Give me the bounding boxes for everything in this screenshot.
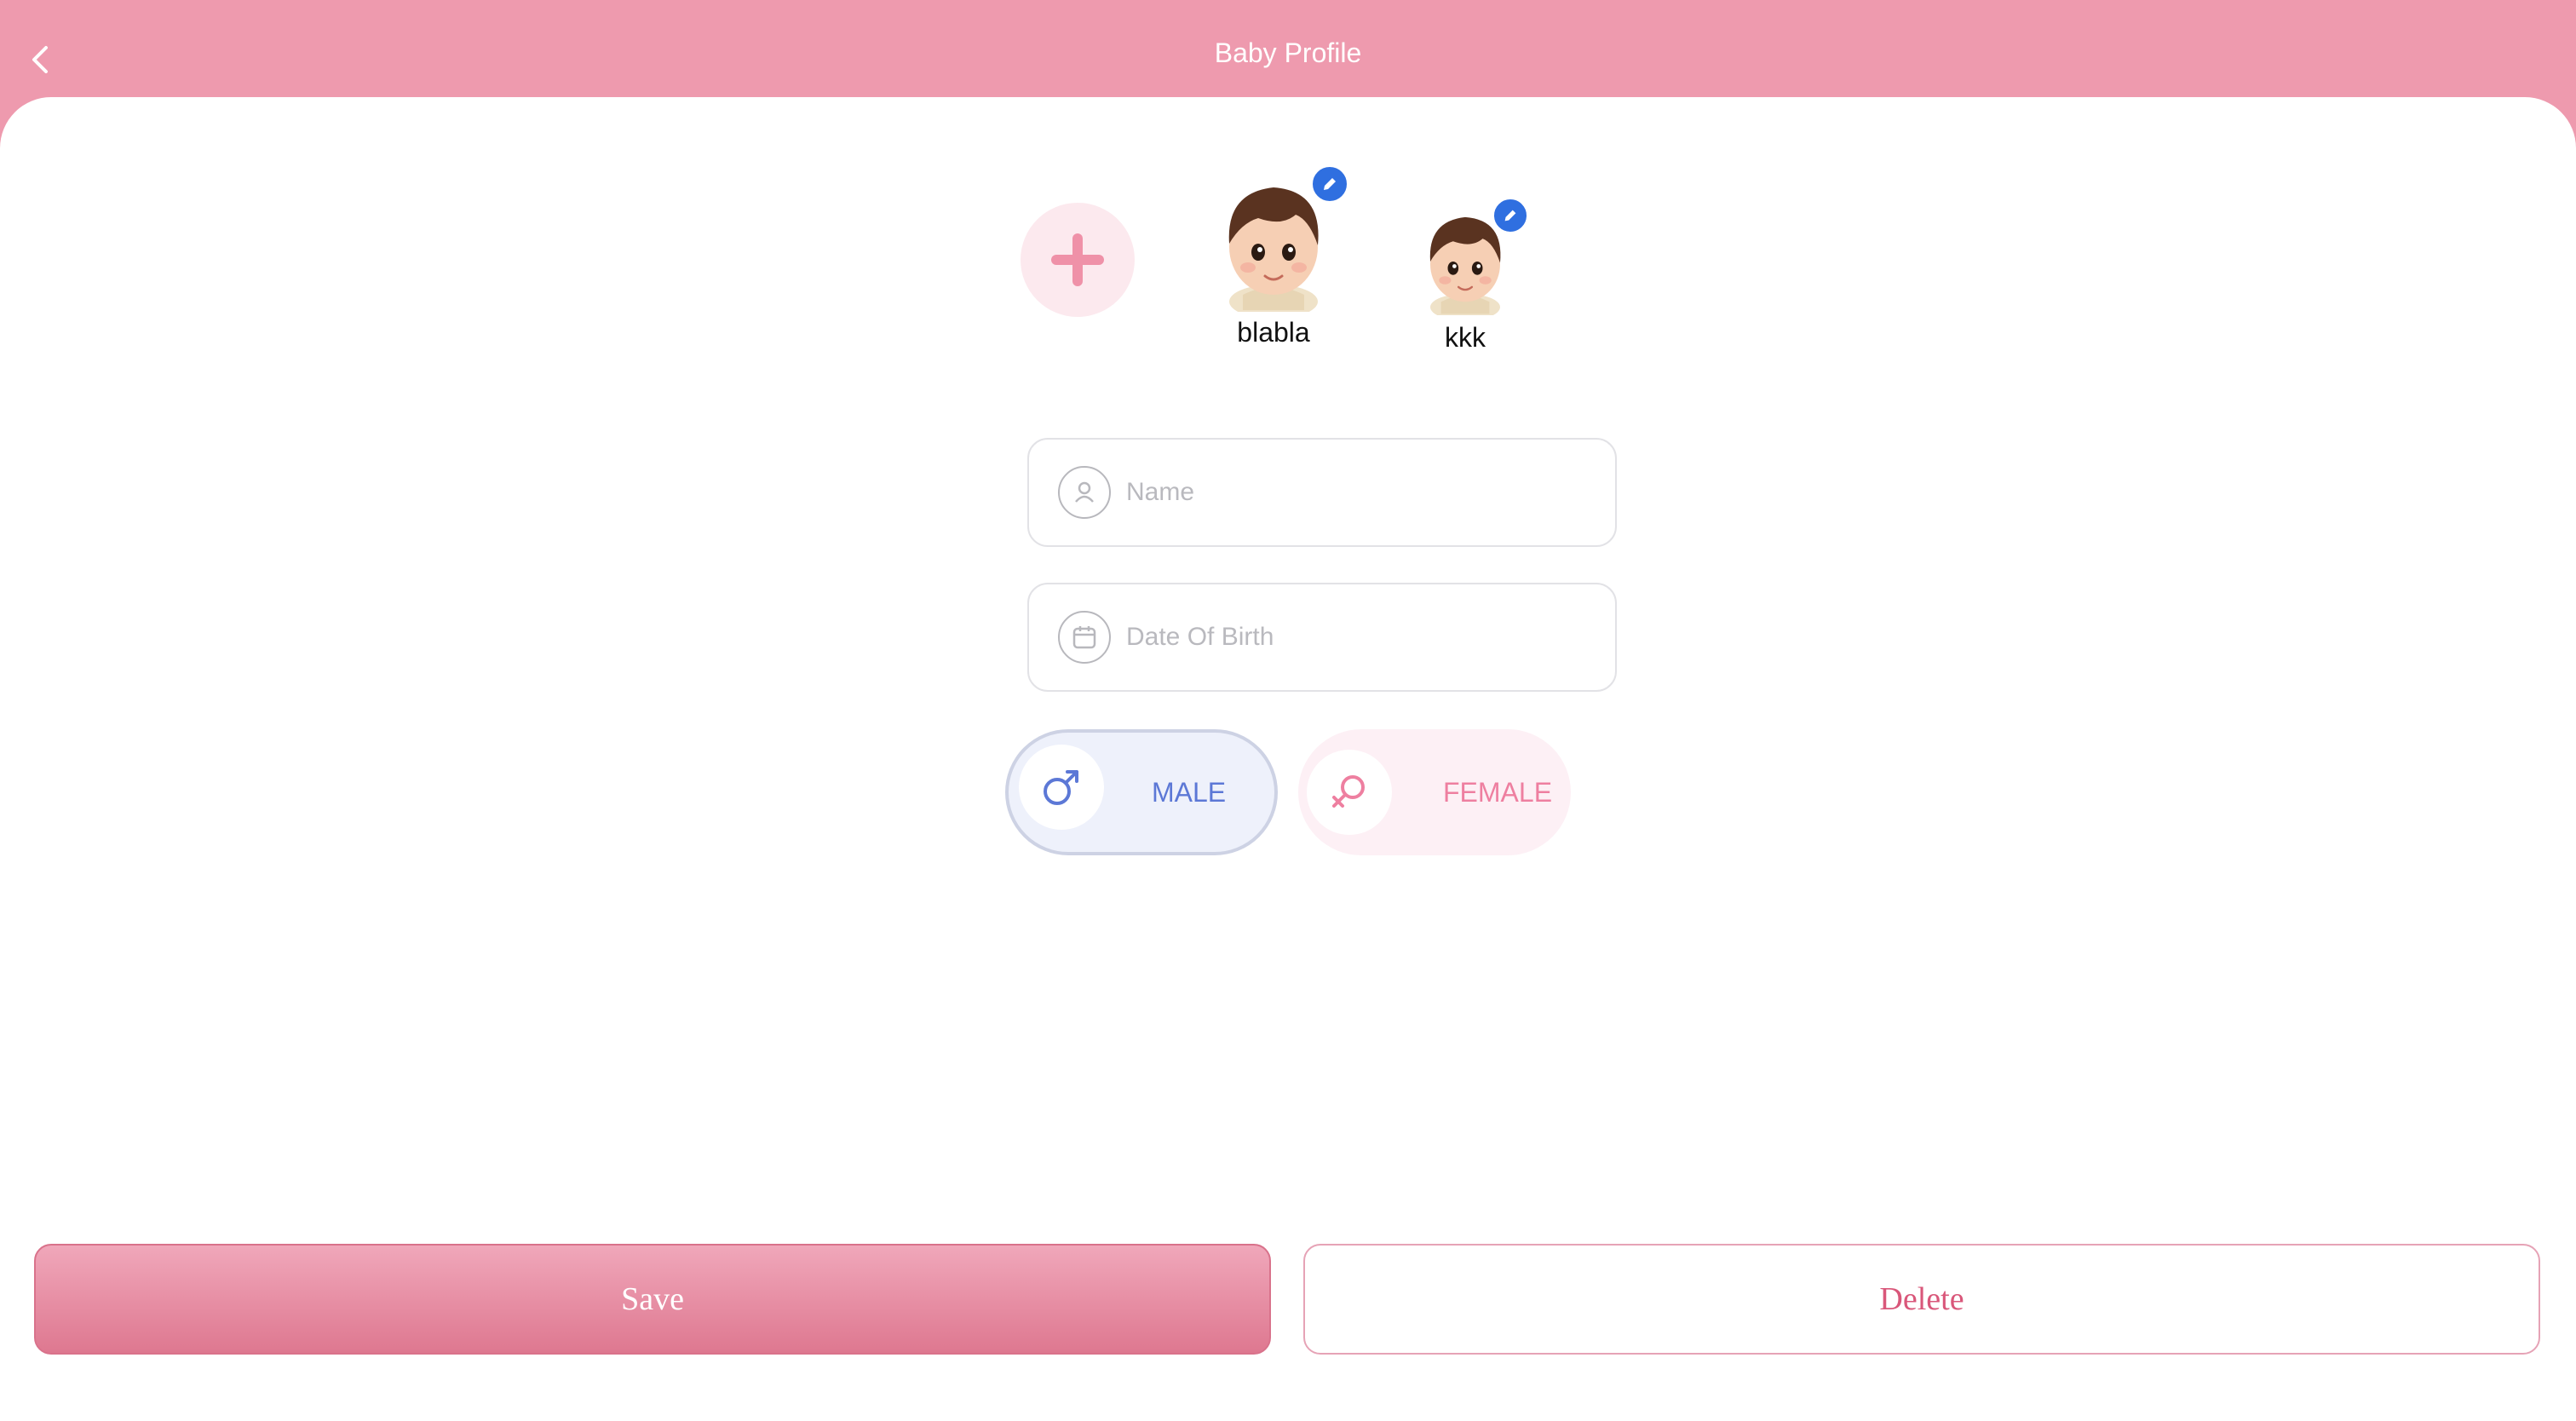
add-baby-button[interactable] [1021, 203, 1135, 317]
pencil-icon [1324, 178, 1336, 190]
name-input[interactable] [1124, 477, 1605, 508]
female-symbol-icon [1307, 750, 1392, 835]
gender-female-toggle[interactable]: FEMALE [1298, 729, 1571, 855]
baby-name: blabla [1237, 317, 1310, 348]
male-symbol-icon [1019, 745, 1104, 830]
user-icon [1058, 466, 1111, 519]
calendar-icon [1058, 611, 1111, 664]
baby-name: kkk [1445, 322, 1486, 353]
pencil-icon [1504, 210, 1516, 221]
date-of-birth-input[interactable] [1124, 622, 1605, 653]
plus-icon [1051, 233, 1104, 286]
date-of-birth-field[interactable] [1027, 583, 1617, 692]
save-button[interactable]: Save [34, 1244, 1271, 1355]
baby-avatar-item[interactable]: blabla [1210, 164, 1350, 348]
gender-female-label: FEMALE [1443, 776, 1553, 808]
gender-male-label: MALE [1152, 776, 1227, 808]
edit-baby-button[interactable] [1491, 196, 1530, 235]
name-field[interactable] [1027, 438, 1617, 547]
baby-avatar-item[interactable]: kkk [1414, 196, 1530, 354]
edit-baby-button[interactable] [1309, 164, 1350, 204]
gender-male-toggle[interactable]: MALE [1005, 729, 1278, 855]
page-title: Baby Profile [1214, 37, 1362, 68]
delete-button[interactable]: Delete [1303, 1244, 2540, 1355]
